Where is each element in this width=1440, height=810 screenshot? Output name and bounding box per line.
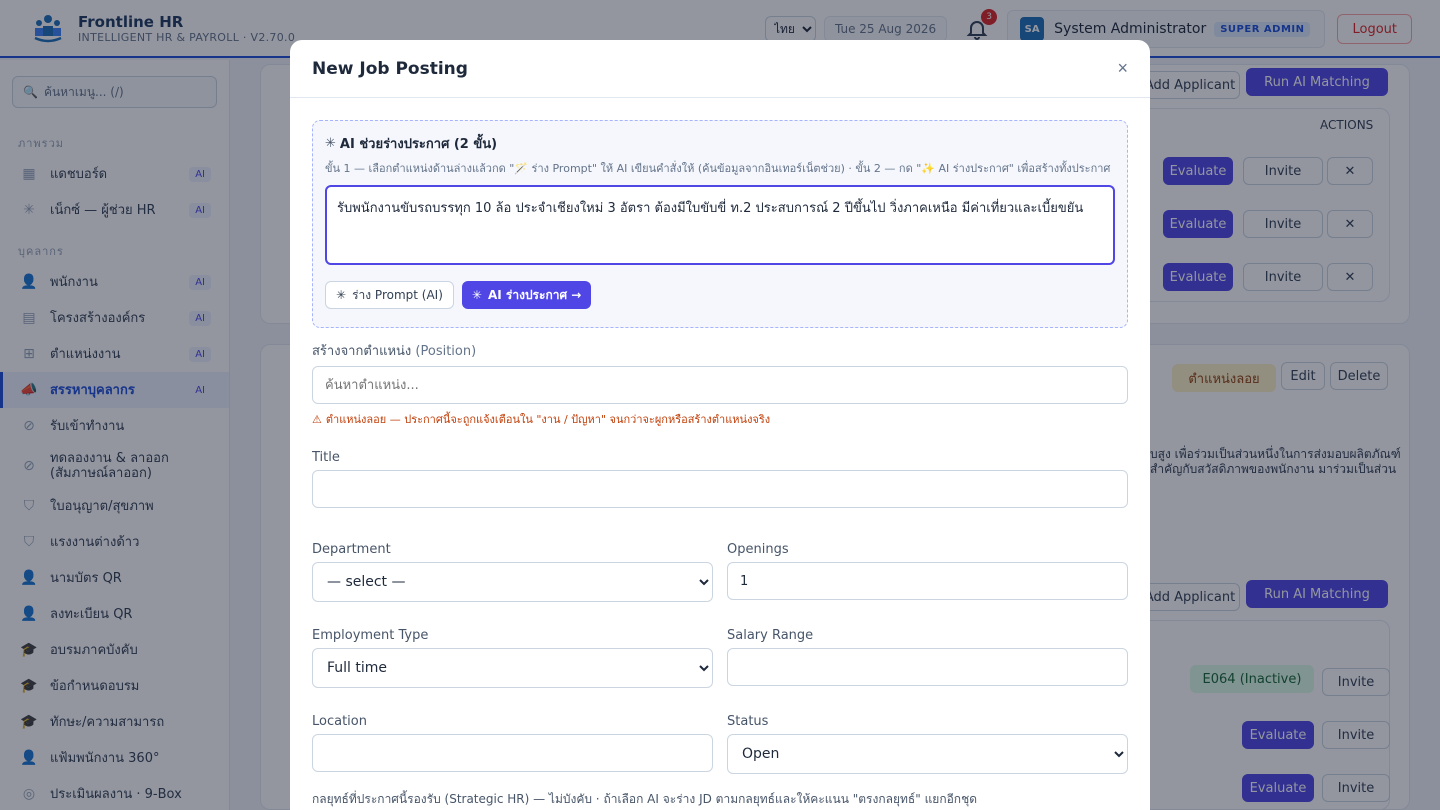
sparkle-icon: ✳ [325,136,336,151]
title-label: Title [312,450,340,465]
status-select[interactable]: Open [727,734,1128,774]
modal-title: New Job Posting [312,58,468,79]
floating-position-warning-text: ตำแหน่งลอย — ประกาศนี้จะถูกแจ้งเตือนใน "… [325,413,771,426]
draft-prompt-label: ร่าง Prompt (AI) [352,287,443,302]
sparkle-icon: ✳ [471,288,482,302]
ai-panel-title: AI ช่วยร่างประกาศ (2 ขั้น) [339,137,498,152]
position-search-input[interactable] [312,366,1128,404]
location-input[interactable] [312,734,713,772]
openings-label: Openings [727,542,789,557]
status-label: Status [727,714,769,729]
ai-draft-posting-button[interactable]: ✳ AI ร่างประกาศ → [461,281,592,309]
modal-header: New Job Posting × [290,40,1150,98]
openings-input[interactable] [727,562,1128,600]
title-input[interactable] [312,470,1128,508]
location-label: Location [312,714,367,729]
sparkle-icon: ✳ [336,288,347,302]
close-icon[interactable]: × [1117,58,1128,79]
employment-type-label: Employment Type [312,628,429,643]
strategic-hr-label: กลยุทธ์ที่ประกาศนี้รองรับ (Strategic HR)… [312,792,978,806]
department-select[interactable]: — select — [312,562,713,602]
ai-draft-panel: ✳ AI ช่วยร่างประกาศ (2 ขั้น) ขั้น 1 — เล… [312,120,1128,328]
position-label-th: สร้างจากตำแหน่ง [312,344,412,359]
new-job-posting-modal: New Job Posting × ✳ AI ช่วยร่างประกาศ (2… [290,40,1150,810]
draft-prompt-button[interactable]: ✳ ร่าง Prompt (AI) [325,281,454,309]
salary-range-label: Salary Range [727,628,814,643]
ai-prompt-textarea[interactable]: รับพนักงานขับรถบรรทุก 10 ล้อ ประจำเชียงใ… [325,185,1115,265]
salary-range-input[interactable] [727,648,1128,686]
warning-icon: ⚠ [312,412,322,426]
employment-type-select[interactable]: Full time [312,648,713,688]
ai-draft-posting-label: AI ร่างประกาศ → [487,287,582,302]
floating-position-warning: ⚠ ตำแหน่งลอย — ประกาศนี้จะถูกแจ้งเตือนใน… [312,410,1128,428]
ai-panel-instructions: ขั้น 1 — เลือกตำแหน่งด้านล่างแล้วกด "🪄 ร… [325,162,1111,175]
ai-panel-heading: ✳ AI ช่วยร่างประกาศ (2 ขั้น) [325,133,1115,154]
position-label: สร้างจากตำแหน่ง (Position) [312,340,1128,361]
department-label: Department [312,542,391,557]
position-label-en: (Position) [415,344,477,359]
